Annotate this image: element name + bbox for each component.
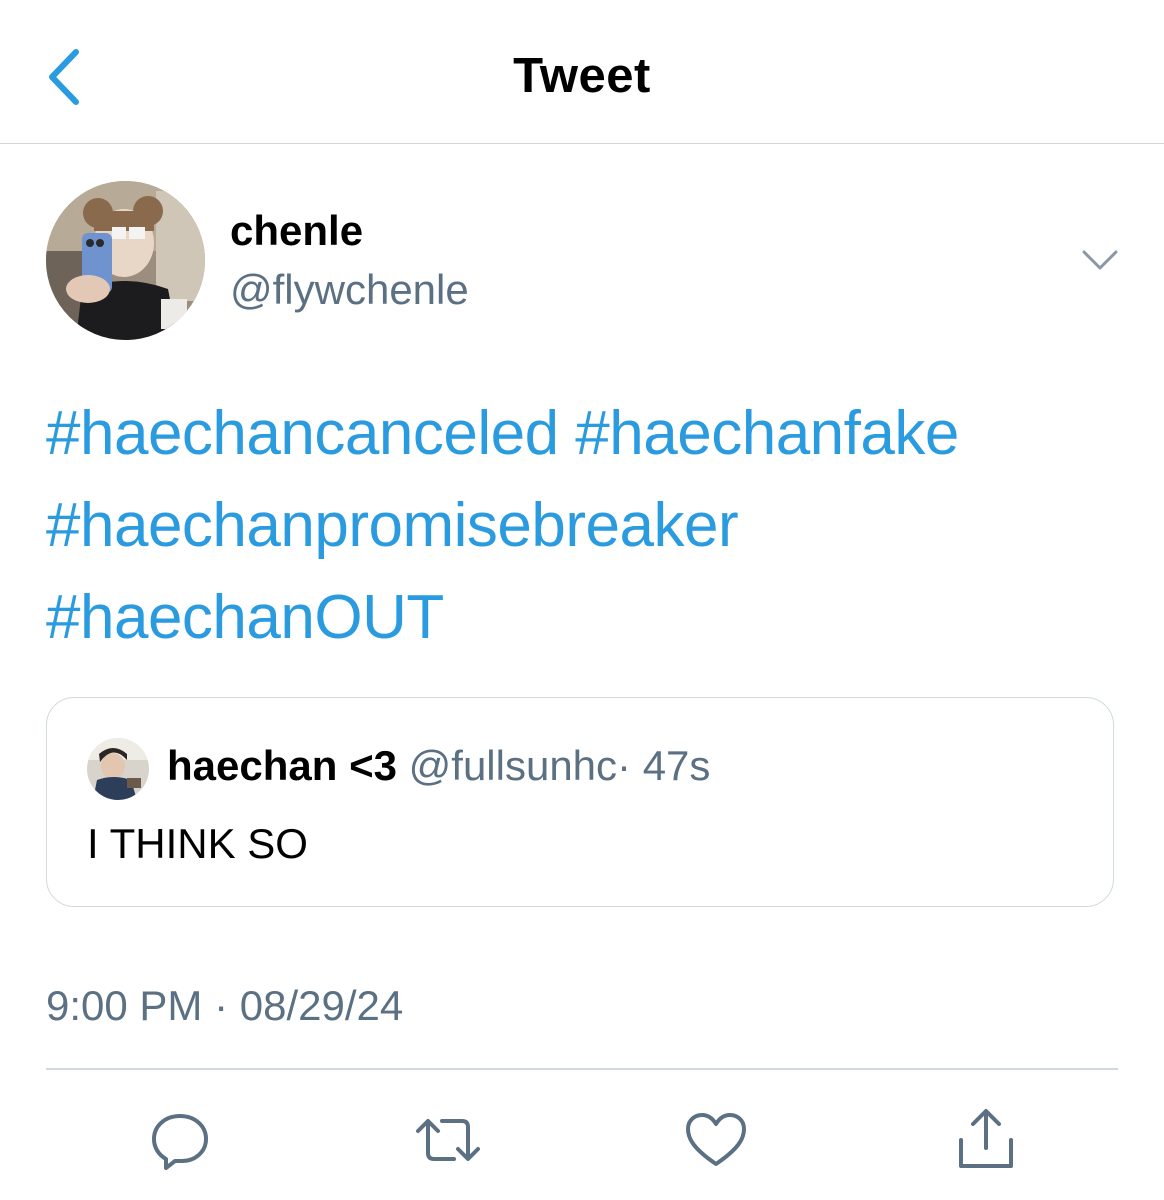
quoted-tweet-card[interactable]: haechan <3 @fullsunhc· 47s I THINK SO: [46, 697, 1114, 907]
like-button[interactable]: [680, 1104, 752, 1176]
author-display-name[interactable]: chenle: [230, 207, 363, 255]
retweet-icon: [416, 1119, 480, 1161]
hashtag-link[interactable]: #haechanOUT: [46, 583, 444, 652]
quoted-age: · 47s: [617, 742, 711, 789]
reply-icon: [152, 1114, 208, 1170]
share-icon: [959, 1109, 1013, 1168]
more-options-button[interactable]: [1078, 240, 1122, 280]
heart-icon: [686, 1113, 746, 1166]
tweet-text: #haechancanceled #haechanfake #haechanpr…: [46, 388, 1106, 664]
quoted-author-avatar[interactable]: [87, 738, 149, 800]
divider: [46, 1068, 1118, 1070]
author-avatar[interactable]: [46, 181, 205, 340]
quoted-display-name[interactable]: haechan <3: [167, 742, 397, 789]
page-title: Tweet: [513, 49, 651, 103]
retweet-button[interactable]: [412, 1104, 484, 1176]
quoted-avatar-photo: [87, 738, 149, 800]
quoted-tweet-text: I THINK SO: [87, 820, 308, 867]
hashtag-link[interactable]: #haechancanceled: [46, 399, 559, 468]
reply-button[interactable]: [144, 1104, 216, 1176]
tweet-timestamp: 9:00 PM · 08/29/24: [46, 982, 404, 1029]
quoted-tweet-header: haechan <3 @fullsunhc· 47s: [167, 742, 710, 790]
share-button[interactable]: [950, 1104, 1022, 1176]
quoted-handle[interactable]: @fullsunhc: [409, 742, 617, 789]
avatar-photo: [46, 181, 205, 340]
hashtag-link[interactable]: #haechanpromisebreaker: [46, 491, 739, 560]
top-bar: Tweet: [0, 0, 1164, 144]
author-handle[interactable]: @flywchenle: [230, 266, 469, 314]
chevron-down-icon: [1082, 250, 1118, 270]
hashtag-link[interactable]: #haechanfake: [575, 399, 959, 468]
